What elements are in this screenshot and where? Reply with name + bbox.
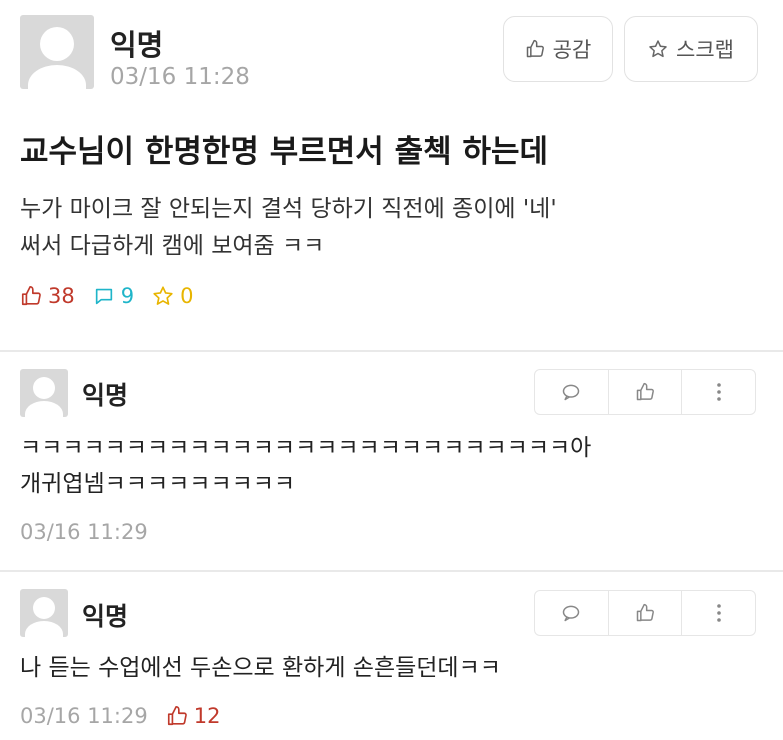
- reply-button[interactable]: [535, 591, 608, 635]
- thumbs-up-icon: [636, 603, 654, 622]
- author-avatar: [20, 15, 94, 89]
- reply-button[interactable]: [535, 370, 608, 414]
- speech-bubble-icon: [95, 288, 112, 305]
- comment-text-line1: ㅋㅋㅋㅋㅋㅋㅋㅋㅋㅋㅋㅋㅋㅋㅋㅋㅋㅋㅋㅋㅋㅋㅋㅋㅋㅋ아: [20, 435, 592, 461]
- comment-like-button[interactable]: [607, 591, 682, 635]
- comment-like-button[interactable]: [607, 370, 682, 414]
- thumbs-up-icon: [21, 286, 41, 306]
- speech-bubble-icon: [563, 605, 580, 622]
- star-icon: [649, 40, 667, 58]
- comment-avatar: [20, 369, 68, 417]
- vertical-dots-icon: [716, 604, 721, 622]
- comment-author: 익명: [82, 381, 129, 410]
- post-body-line1: 누가 마이크 잘 안되는지 결석 당하기 직전에 종이에 '네': [20, 196, 557, 222]
- more-button[interactable]: [681, 370, 755, 414]
- comment-like-count: 12: [166, 704, 221, 728]
- scrap-count-value: 0: [180, 284, 194, 308]
- comment-time: 03/16 11:29: [20, 520, 148, 544]
- comment-count: 9: [93, 284, 134, 308]
- comment-actions: [534, 369, 756, 415]
- post: 익명 03/16 11:28 공감 스크랩 교수님이 한명한명 부르면서 출첵 …: [0, 0, 783, 350]
- scrap-count: 0: [152, 284, 193, 308]
- post-author: 익명: [110, 28, 164, 62]
- comment-meta: 03/16 11:29: [20, 520, 148, 544]
- divider: [0, 570, 783, 572]
- thumbs-up-icon: [636, 382, 654, 401]
- post-time: 03/16 11:28: [110, 64, 250, 90]
- comment-avatar: [20, 589, 68, 637]
- speech-bubble-icon: [563, 384, 580, 401]
- comment-count-value: 9: [120, 284, 135, 308]
- star-icon: [153, 286, 173, 305]
- scrap-button-label: 스크랩: [676, 38, 734, 62]
- comment-text-line1: 나 듣는 수업에선 두손으로 환하게 손흔들던데ㅋㅋ: [20, 655, 501, 681]
- comment-author: 익명: [82, 602, 129, 631]
- post-stats: 38 9 0: [20, 284, 211, 308]
- post-title: 교수님이 한명한명 부르면서 출첵 하는데: [20, 134, 549, 170]
- like-button-label: 공감: [552, 38, 592, 62]
- comment-time: 03/16 11:29: [20, 704, 148, 728]
- thumbs-up-icon: [167, 706, 187, 726]
- comment-text-line2: 개귀엽넴ㅋㅋㅋㅋㅋㅋㅋㅋㅋ: [20, 471, 296, 497]
- comment-like-count-value: 12: [193, 704, 221, 728]
- more-button[interactable]: [681, 591, 755, 635]
- comment-actions: [534, 590, 756, 636]
- like-count-value: 38: [48, 284, 75, 308]
- like-button[interactable]: 공감: [503, 16, 613, 82]
- vertical-dots-icon: [716, 383, 721, 401]
- post-body-line2: 써서 다급하게 캠에 보여줌 ㅋㅋ: [20, 233, 325, 259]
- comment-meta: 03/16 11:29 12: [20, 704, 220, 728]
- like-count: 38: [20, 284, 75, 308]
- divider: [0, 350, 783, 352]
- thumbs-up-icon: [526, 39, 544, 58]
- scrap-button[interactable]: 스크랩: [624, 16, 758, 82]
